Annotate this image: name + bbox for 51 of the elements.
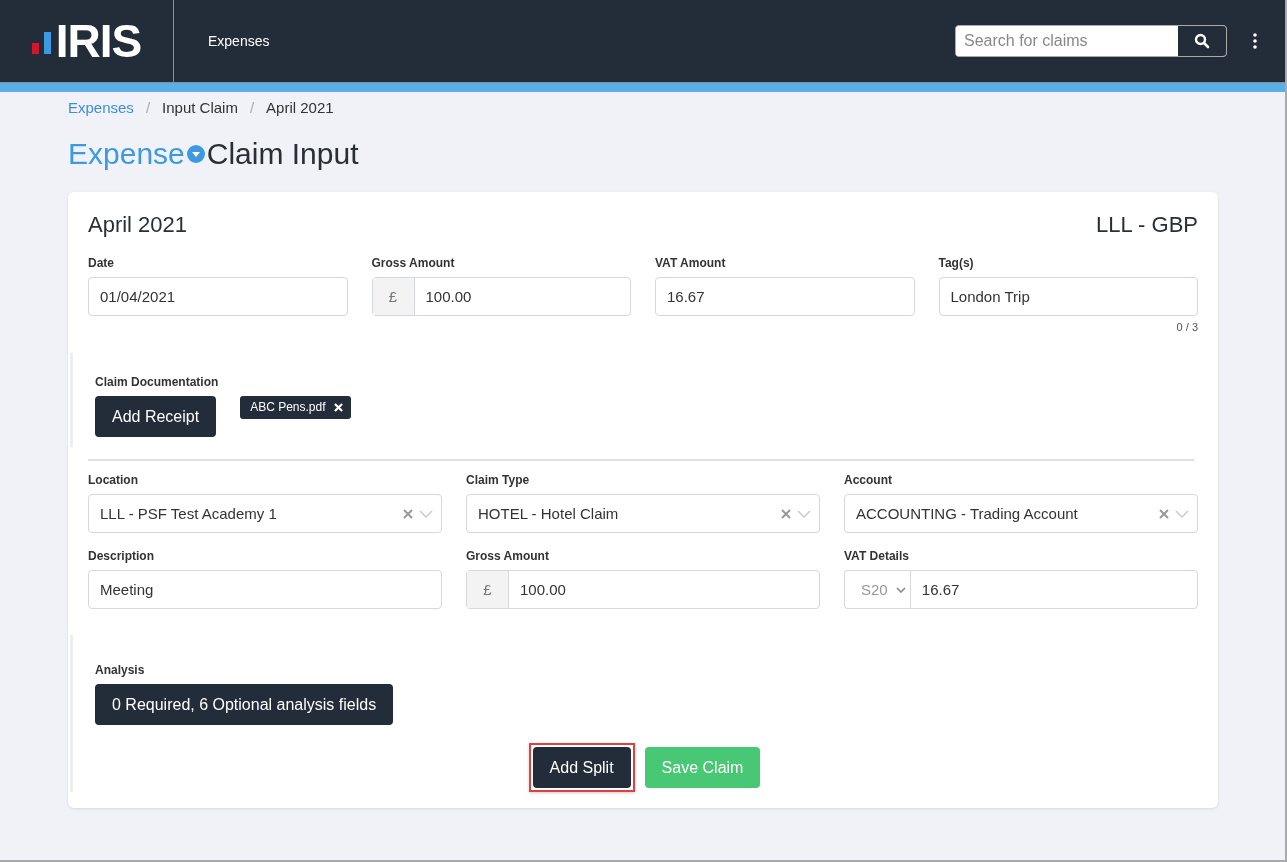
search-field[interactable]: Search for claims	[955, 25, 1227, 57]
currency-symbol: £	[372, 278, 415, 315]
app-name-link[interactable]: Expenses	[208, 33, 270, 49]
field-label: Tag(s)	[938, 256, 975, 270]
clear-icon[interactable]	[781, 508, 791, 519]
field-label: Gross Amount	[466, 549, 550, 563]
breadcrumb-item: April 2021	[266, 99, 334, 116]
currency-symbol: £	[467, 571, 509, 608]
section-label: Claim Documentation	[95, 375, 220, 389]
vat-amount-field[interactable]: 16.67	[909, 570, 1198, 609]
tag-counter: 0 / 3	[1175, 321, 1198, 333]
clear-icon[interactable]	[403, 508, 413, 519]
amount-field[interactable]: £ 100.00	[371, 277, 631, 316]
page-title: Claim Input	[206, 137, 359, 171]
claim-period: April 2021	[88, 212, 188, 238]
field-label: Date	[88, 256, 115, 270]
select-field[interactable]: LLL - PSF Test Academy 1	[88, 494, 442, 533]
clear-icon[interactable]	[1159, 508, 1169, 519]
field-label: VAT Amount	[655, 256, 727, 270]
field-label: Gross Amount	[371, 256, 456, 270]
chevron-down-icon[interactable]	[1175, 509, 1189, 518]
chevron-down-icon	[895, 586, 906, 593]
field-label: VAT Details	[844, 549, 910, 563]
field-label: Description	[88, 549, 155, 563]
field-label: Account	[844, 473, 893, 487]
text-field[interactable]: 01/04/2021	[88, 277, 348, 316]
analysis-fields-button[interactable]: 0 Required, 6 Optional analysis fields	[95, 684, 394, 725]
field-label: Location	[88, 473, 139, 487]
text-field[interactable]: 16.67	[655, 277, 915, 316]
more-options-icon[interactable]	[1253, 33, 1257, 49]
select-field[interactable]: HOTEL - Hotel Claim	[466, 494, 820, 533]
breadcrumb-item: Input Claim	[162, 99, 238, 116]
chevron-down-icon[interactable]	[419, 509, 433, 518]
text-field[interactable]: London Trip	[938, 277, 1198, 316]
field-label: Claim Type	[466, 473, 531, 487]
section-label: Analysis	[95, 663, 146, 677]
amount-field[interactable]: £ 100.00	[466, 570, 820, 609]
text-field[interactable]: Meeting	[88, 570, 442, 609]
search-icon	[1194, 33, 1210, 49]
file-chip[interactable]: ABC Pens.pdf	[240, 396, 351, 419]
currency-label: LLL - GBP	[1096, 212, 1198, 238]
logo[interactable]: IRIS	[0, 0, 174, 82]
breadcrumb-separator: /	[145, 99, 151, 116]
breadcrumb-separator: /	[249, 99, 255, 116]
chevron-down-icon[interactable]	[797, 509, 811, 518]
search-button[interactable]	[1178, 26, 1226, 56]
close-icon[interactable]	[333, 402, 343, 412]
add-receipt-button[interactable]: Add Receipt	[95, 396, 217, 437]
select-field[interactable]: ACCOUNTING - Trading Account	[844, 494, 1198, 533]
add-split-button[interactable]: Add Split	[532, 747, 631, 788]
dropdown-icon[interactable]	[186, 145, 205, 163]
